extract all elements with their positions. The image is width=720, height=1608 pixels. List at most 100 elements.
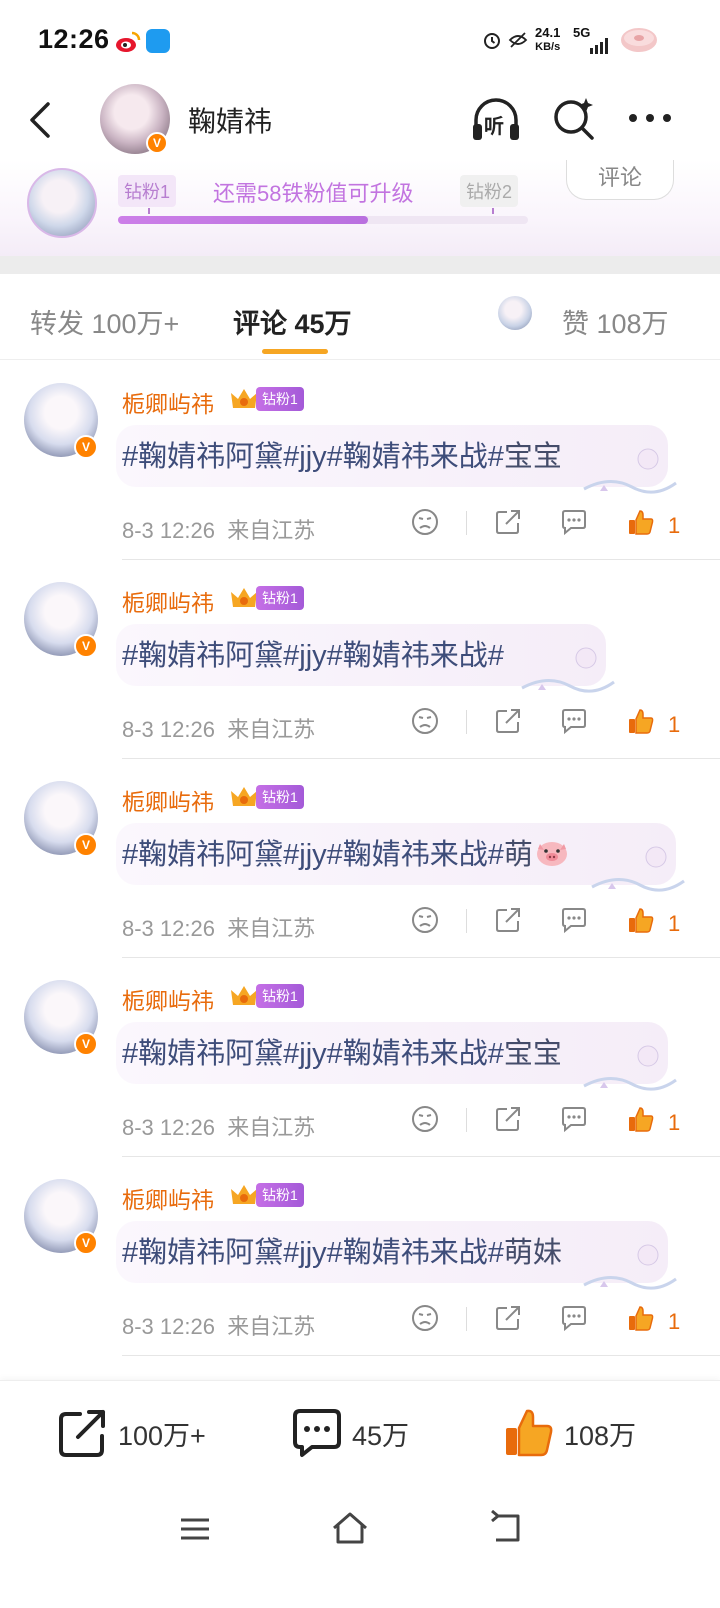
crown-icon <box>231 986 257 1005</box>
share-icon[interactable] <box>493 905 523 935</box>
fan-badge-label: 钻粉1 <box>256 1183 304 1207</box>
more-icon[interactable] <box>628 110 672 126</box>
comment-time: 8-3 12:26 <box>122 717 215 742</box>
fan-badge-label: 钻粉1 <box>256 785 304 809</box>
comment-topic[interactable]: #鞠婧祎阿黛#jjy#鞠婧祎来战# <box>122 839 504 871</box>
comment-button[interactable]: 评论 <box>566 160 674 200</box>
fan-level-next: 钻粉2 <box>460 175 519 207</box>
flower-ribbon-decoration <box>583 1045 677 1091</box>
share-icon[interactable] <box>493 706 523 736</box>
dislike-face-icon[interactable] <box>410 1104 440 1134</box>
reply-icon[interactable] <box>559 507 589 537</box>
like-icon[interactable] <box>626 1303 656 1333</box>
comment-location: 来自江苏 <box>227 1115 316 1140</box>
eye-off-icon <box>508 32 528 48</box>
tab-like[interactable]: 赞 108万 <box>562 302 669 341</box>
commenter-avatar[interactable]: V <box>24 1179 98 1255</box>
like-icon[interactable] <box>626 905 656 935</box>
commenter-name[interactable]: 栀卿屿祎 <box>122 783 214 817</box>
like-icon[interactable] <box>626 1104 656 1134</box>
crown-icon <box>231 389 257 408</box>
reply-icon[interactable] <box>559 1303 589 1333</box>
reply-icon[interactable] <box>559 706 589 736</box>
share-icon[interactable] <box>493 1303 523 1333</box>
tab-bar: 转发 100万+ 评论 45万 赞 108万 <box>0 274 720 360</box>
comment-time: 8-3 12:26 <box>122 1314 215 1339</box>
comment-meta: 8-3 12:26 来自江苏 <box>122 911 315 943</box>
fan-badge-label: 钻粉1 <box>256 387 304 411</box>
like-icon[interactable] <box>626 507 656 537</box>
comment-topic[interactable]: #鞠婧祎阿黛#jjy#鞠婧祎来战# <box>122 441 504 473</box>
back-icon[interactable] <box>26 100 56 140</box>
like-filled-icon <box>506 1409 553 1457</box>
verified-badge-icon: V <box>74 435 98 459</box>
bottom-action-bar: 100万+ 45万 108万 <box>0 1380 720 1490</box>
comment-divider <box>122 1355 720 1356</box>
comment-topic[interactable]: #鞠婧祎阿黛#jjy#鞠婧祎来战# <box>122 640 504 672</box>
header-avatar[interactable]: V <box>100 84 170 154</box>
like-count: 1 <box>668 712 681 737</box>
comment-time: 8-3 12:26 <box>122 916 215 941</box>
fan-avatar[interactable] <box>27 168 97 238</box>
comment-item: V 栀卿屿祎 钻粉1 #鞠婧祎阿黛#jjy#鞠婧祎来战#萌妹 8-3 12:26… <box>0 1157 720 1356</box>
listen-icon[interactable]: 听 <box>470 96 522 144</box>
flower-ribbon-decoration <box>591 846 685 892</box>
comment-bar-button[interactable]: 45万 <box>290 1405 409 1461</box>
comment-count: 45万 <box>352 1420 410 1451</box>
comment-topic[interactable]: #鞠婧祎阿黛#jjy#鞠婧祎来战# <box>122 1038 504 1070</box>
verified-badge-icon: V <box>146 132 168 154</box>
fan-badge[interactable]: 钻粉1 <box>230 584 304 612</box>
comment-item: V 栀卿屿祎 钻粉1 #鞠婧祎阿黛#jjy#鞠婧祎来战#宝宝 8-3 12:26… <box>0 361 720 560</box>
tab-comment[interactable]: 评论 45万 <box>233 302 352 341</box>
fan-upgrade-hint[interactable]: 还需58铁粉值可升级 <box>213 176 413 208</box>
crown-icon <box>231 588 257 607</box>
dislike-face-icon[interactable] <box>410 905 440 935</box>
commenter-name[interactable]: 栀卿屿祎 <box>122 982 214 1016</box>
like-icon[interactable] <box>626 706 656 736</box>
commenter-name[interactable]: 栀卿屿祎 <box>122 1181 214 1215</box>
like-bar-button[interactable]: 108万 <box>502 1405 636 1461</box>
fan-badge[interactable]: 钻粉1 <box>230 385 304 413</box>
commenter-avatar[interactable]: V <box>24 781 98 857</box>
reply-icon[interactable] <box>559 905 589 935</box>
comment-text: #鞠婧祎阿黛#jjy#鞠婧祎来战#宝宝 <box>122 1030 562 1072</box>
fan-badge[interactable]: 钻粉1 <box>230 1181 304 1209</box>
fan-progress-bar <box>118 216 528 224</box>
fan-badge[interactable]: 钻粉1 <box>230 783 304 811</box>
page-title[interactable]: 鞠婧祎 <box>188 100 272 140</box>
share-icon[interactable] <box>493 1104 523 1134</box>
verified-badge-icon: V <box>74 1032 98 1056</box>
dislike-face-icon[interactable] <box>410 1303 440 1333</box>
donut-battery-icon <box>621 28 657 52</box>
reply-icon[interactable] <box>559 1104 589 1134</box>
comment-topic[interactable]: #鞠婧祎阿黛#jjy#鞠婧祎来战# <box>122 1237 504 1269</box>
share-icon[interactable] <box>493 507 523 537</box>
return-icon[interactable] <box>488 1510 524 1546</box>
commenter-avatar[interactable]: V <box>24 980 98 1056</box>
comment-meta: 8-3 12:26 来自江苏 <box>122 1110 315 1142</box>
verified-badge-icon: V <box>74 1231 98 1255</box>
comment-icon <box>293 1409 341 1457</box>
fan-level-banner: 钻粉1 还需58铁粉值可升级 钻粉2 评论 <box>0 160 720 256</box>
like-count: 1 <box>668 911 681 936</box>
comment-text: #鞠婧祎阿黛#jjy#鞠婧祎来战#萌 <box>122 831 569 873</box>
system-nav-bar <box>0 1490 720 1608</box>
home-icon[interactable] <box>330 1508 370 1548</box>
commenter-avatar[interactable]: V <box>24 582 98 658</box>
ai-search-icon[interactable] <box>552 96 596 140</box>
commenter-avatar[interactable]: V <box>24 383 98 459</box>
menu-icon[interactable] <box>178 1512 212 1546</box>
comment-item: V 栀卿屿祎 钻粉1 #鞠婧祎阿黛#jjy#鞠婧祎来战#宝宝 8-3 12:26… <box>0 958 720 1157</box>
dislike-face-icon[interactable] <box>410 507 440 537</box>
comment-suffix: 宝宝 <box>503 441 562 473</box>
fan-badge-label: 钻粉1 <box>256 984 304 1008</box>
repost-button[interactable]: 100万+ <box>56 1405 206 1461</box>
fan-badge[interactable]: 钻粉1 <box>230 982 304 1010</box>
commenter-name[interactable]: 栀卿屿祎 <box>122 385 214 419</box>
comment-time: 8-3 12:26 <box>122 1115 215 1140</box>
commenter-name[interactable]: 栀卿屿祎 <box>122 584 214 618</box>
tab-repost[interactable]: 转发 100万+ <box>30 302 179 341</box>
action-separator <box>466 710 467 734</box>
dislike-face-icon[interactable] <box>410 706 440 736</box>
listen-label: 听 <box>484 116 504 138</box>
